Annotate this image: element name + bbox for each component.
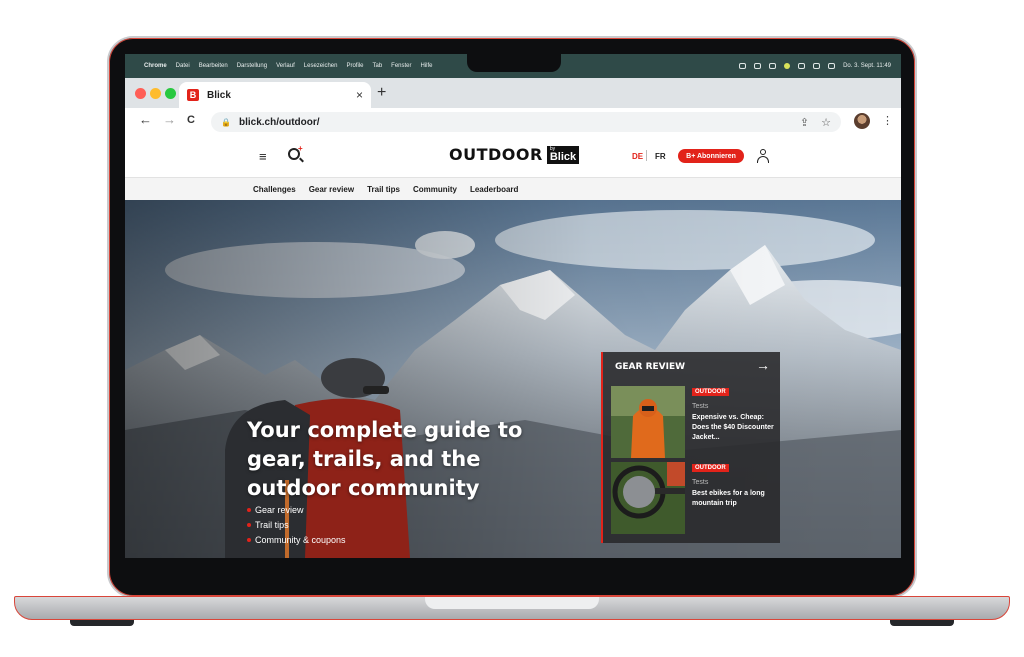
language-de-link[interactable]: DE xyxy=(632,152,643,161)
gear-review-article[interactable]: OUTDOOR Tests Expensive vs. Cheap: Does … xyxy=(611,386,776,458)
nav-item-gear-review[interactable]: Gear review xyxy=(309,185,354,194)
status-icon[interactable] xyxy=(739,63,747,69)
browser-menu-icon[interactable]: ⋮ xyxy=(882,114,893,127)
blick-logo-badge: by Blick xyxy=(546,145,580,164)
gear-review-heading[interactable]: GEAR REVIEW xyxy=(615,362,685,372)
hamburger-menu-icon[interactable]: ≡ xyxy=(259,149,267,164)
site-header: ≡ + OUTDOOR by Blick DE FR B+ Abonnieren xyxy=(125,136,901,178)
article-category: Tests xyxy=(692,403,709,410)
page: Chrome Datei Bearbeiten Darstellung Verl… xyxy=(0,0,1024,657)
address-bar[interactable]: 🔒 blick.ch/outdoor/ ⇪ ☆ xyxy=(211,112,841,132)
laptop-screen: Chrome Datei Bearbeiten Darstellung Verl… xyxy=(125,54,901,558)
address-url[interactable]: blick.ch/outdoor/ xyxy=(239,117,320,128)
back-button[interactable]: ← xyxy=(139,112,152,127)
gear-review-article[interactable]: OUTDOOR Tests Best ebikes for a long mou… xyxy=(611,462,776,534)
battery-icon[interactable] xyxy=(798,63,806,69)
nav-item-trail-tips[interactable]: Trail tips xyxy=(367,185,400,194)
outdoor-by-blick-logo[interactable]: OUTDOOR by Blick xyxy=(449,145,580,164)
menubar-item-view[interactable]: Darstellung xyxy=(237,63,267,69)
menubar-app-name[interactable]: Chrome xyxy=(144,63,167,69)
menubar-datetime[interactable]: Do. 3. Sept. 11:49 xyxy=(843,63,891,69)
browser-tab-strip: B Blick × + xyxy=(125,78,901,108)
article-title[interactable]: Expensive vs. Cheap: Does the $40 Discou… xyxy=(692,413,778,443)
hero-bullet-gear-review[interactable]: Gear review xyxy=(247,502,346,517)
menubar-item-tab[interactable]: Tab xyxy=(372,63,382,69)
article-badge: OUTDOOR xyxy=(692,388,729,396)
article-category: Tests xyxy=(692,479,709,486)
lock-icon[interactable]: 🔒 xyxy=(221,118,231,127)
status-icon[interactable] xyxy=(754,63,762,69)
forward-button[interactable]: → xyxy=(163,112,176,127)
plus-icon: + xyxy=(298,144,303,153)
logo-brand: Blick xyxy=(549,150,577,163)
language-fr-link[interactable]: FR xyxy=(655,152,666,161)
logo-wordmark: OUTDOOR xyxy=(449,145,543,164)
window-zoom-button[interactable] xyxy=(165,88,176,99)
section-nav: Challenges Gear review Trail tips Commun… xyxy=(125,178,901,200)
menubar-item-help[interactable]: Hilfe xyxy=(421,63,433,69)
tab-title: Blick xyxy=(207,89,231,101)
window-minimize-button[interactable] xyxy=(150,88,161,99)
hero-banner: Your complete guide to gear, trails, and… xyxy=(125,200,901,558)
arrow-right-icon[interactable]: → xyxy=(756,357,770,373)
menubar-item-window[interactable]: Fenster xyxy=(391,63,411,69)
browser-tab[interactable]: B Blick × xyxy=(179,82,371,108)
laptop-foot xyxy=(890,620,954,626)
article-thumbnail[interactable] xyxy=(611,386,685,458)
article-badge: OUTDOOR xyxy=(692,464,729,472)
new-tab-button[interactable]: + xyxy=(377,84,386,102)
window-close-button[interactable] xyxy=(135,88,146,99)
wifi-icon[interactable] xyxy=(813,63,821,69)
language-separator xyxy=(646,150,647,161)
profile-avatar[interactable] xyxy=(854,113,870,129)
menubar-item-edit[interactable]: Bearbeiten xyxy=(199,63,228,69)
blick-favicon-icon: B xyxy=(187,89,199,101)
hero-title: Your complete guide to gear, trails, and… xyxy=(247,418,523,500)
subscribe-button[interactable]: B+ Abonnieren xyxy=(678,149,744,163)
reload-button[interactable]: C xyxy=(187,114,195,126)
user-account-icon[interactable] xyxy=(757,149,769,163)
search-icon[interactable] xyxy=(828,63,836,69)
camera-notch xyxy=(467,52,561,72)
bookmark-star-icon[interactable]: ☆ xyxy=(821,116,831,129)
status-icon[interactable] xyxy=(769,63,777,69)
nav-item-challenges[interactable]: Challenges xyxy=(253,185,296,194)
article-title[interactable]: Best ebikes for a long mountain trip xyxy=(692,489,778,509)
laptop-foot xyxy=(70,620,134,626)
mountain-hero-image xyxy=(125,200,901,558)
article-thumbnail[interactable] xyxy=(611,462,685,534)
hero-bullet-list: Gear review Trail tips Community & coupo… xyxy=(247,502,346,547)
menubar-item-history[interactable]: Verlauf xyxy=(276,63,295,69)
menubar-item-profiles[interactable]: Profile xyxy=(346,63,363,69)
hero-bullet-community[interactable]: Community & coupons xyxy=(247,532,346,547)
tab-close-icon[interactable]: × xyxy=(356,88,363,102)
search-plus-icon[interactable]: + xyxy=(288,144,303,160)
browser-toolbar: ← → C 🔒 blick.ch/outdoor/ ⇪ ☆ ⋮ xyxy=(125,108,901,136)
menubar-item-bookmarks[interactable]: Lesezeichen xyxy=(304,63,338,69)
nav-item-community[interactable]: Community xyxy=(413,185,457,194)
share-icon[interactable]: ⇪ xyxy=(800,116,809,129)
gear-review-card: GEAR REVIEW → OUTDOOR Tests Expensive vs… xyxy=(601,352,780,543)
menubar-status-area: Do. 3. Sept. 11:49 xyxy=(739,63,891,69)
hero-bullet-trail-tips[interactable]: Trail tips xyxy=(247,517,346,532)
status-dot-icon[interactable] xyxy=(784,63,791,69)
nav-item-leaderboard[interactable]: Leaderboard xyxy=(470,185,518,194)
laptop-opening-notch xyxy=(425,597,599,609)
menubar-item-file[interactable]: Datei xyxy=(176,63,190,69)
